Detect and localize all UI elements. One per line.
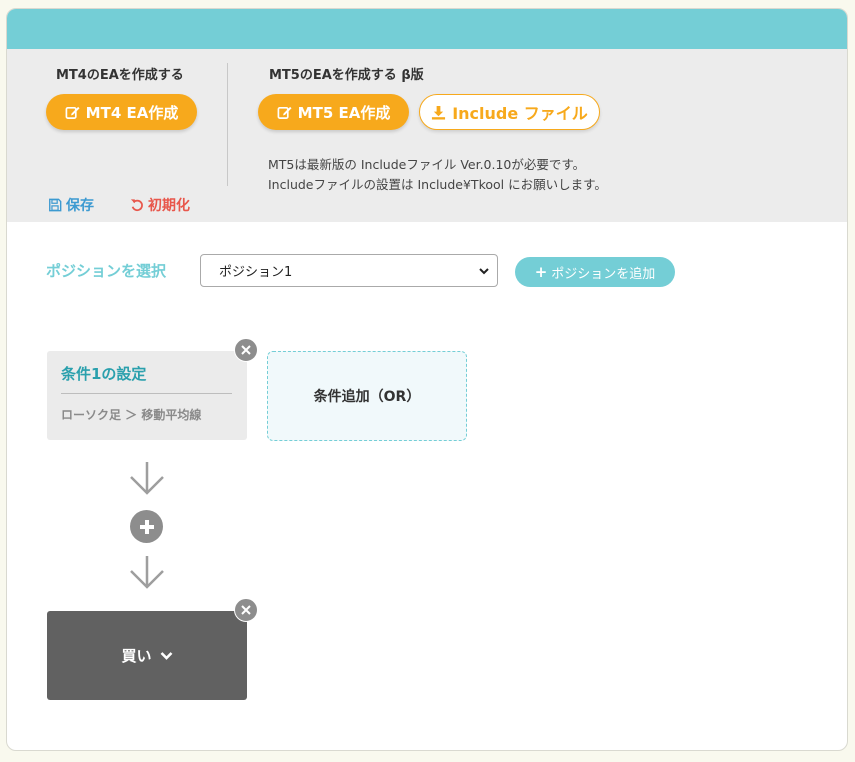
add-position-button[interactable]: + ポジションを追加 — [515, 257, 675, 287]
position-select-value: ポジション1 — [219, 265, 293, 280]
mt5-note-line2: Includeファイルの設置は Include¥Tkool にお願いします。 — [268, 177, 607, 192]
action-dropdown[interactable]: 買い — [47, 611, 247, 700]
mt5-section-title: MT5のEAを作成する β版 — [269, 68, 424, 83]
toolbar-divider — [227, 63, 228, 186]
condition-divider — [61, 393, 232, 394]
add-step-button[interactable] — [130, 510, 163, 543]
save-button[interactable]: 保存 — [48, 195, 94, 215]
chevron-down-icon — [160, 651, 173, 661]
add-or-condition-button[interactable]: 条件追加（OR） — [267, 351, 467, 441]
save-icon — [48, 198, 62, 212]
plus-icon: + — [534, 263, 548, 281]
mt4-create-label: MT4 EA作成 — [85, 103, 179, 122]
mt5-note: MT5は最新版の Includeファイル Ver.0.10が必要です。 Incl… — [268, 155, 607, 195]
add-or-label: 条件追加（OR） — [313, 389, 421, 405]
add-position-label: ポジションを追加 — [551, 266, 656, 282]
arrow-down-icon — [128, 554, 166, 594]
mt4-create-button[interactable]: MT4 EA作成 — [46, 94, 197, 130]
arrow-down-icon — [128, 460, 166, 500]
close-icon — [241, 345, 251, 355]
include-file-label: Include ファイル — [452, 104, 588, 123]
action-close-button[interactable] — [234, 598, 258, 622]
condition-description: ローソク足 ＞ 移動平均線 — [61, 408, 202, 422]
save-label: 保存 — [66, 198, 94, 214]
condition-card[interactable]: 条件1の設定 ローソク足 ＞ 移動平均線 — [47, 351, 247, 440]
mt5-note-line1: MT5は最新版の Includeファイル Ver.0.10が必要です。 — [268, 157, 586, 172]
include-file-button[interactable]: Include ファイル — [419, 94, 600, 130]
edit-icon — [277, 105, 292, 120]
close-icon — [241, 605, 251, 615]
editor-card: MT4のEAを作成する MT4 EA作成 MT5のEAを作成する β版 MT5 … — [6, 8, 848, 751]
mt5-create-label: MT5 EA作成 — [297, 103, 391, 122]
mt4-section-title: MT4のEAを作成する — [56, 68, 184, 83]
chevron-down-icon — [478, 265, 490, 281]
mt5-create-button[interactable]: MT5 EA作成 — [258, 94, 409, 130]
action-label: 買い — [121, 647, 152, 665]
reset-button[interactable]: 初期化 — [130, 195, 190, 215]
condition-title: 条件1の設定 — [61, 365, 147, 383]
undo-icon — [130, 198, 144, 212]
position-select-label: ポジションを選択 — [46, 262, 167, 280]
reset-label: 初期化 — [148, 198, 190, 214]
download-icon — [431, 105, 446, 120]
edit-icon — [65, 105, 80, 120]
plus-icon — [139, 519, 155, 535]
position-select[interactable]: ポジション1 — [200, 254, 498, 287]
toolbar: MT4のEAを作成する MT4 EA作成 MT5のEAを作成する β版 MT5 … — [7, 49, 847, 222]
condition-close-button[interactable] — [234, 338, 258, 362]
header-bar — [7, 9, 847, 49]
